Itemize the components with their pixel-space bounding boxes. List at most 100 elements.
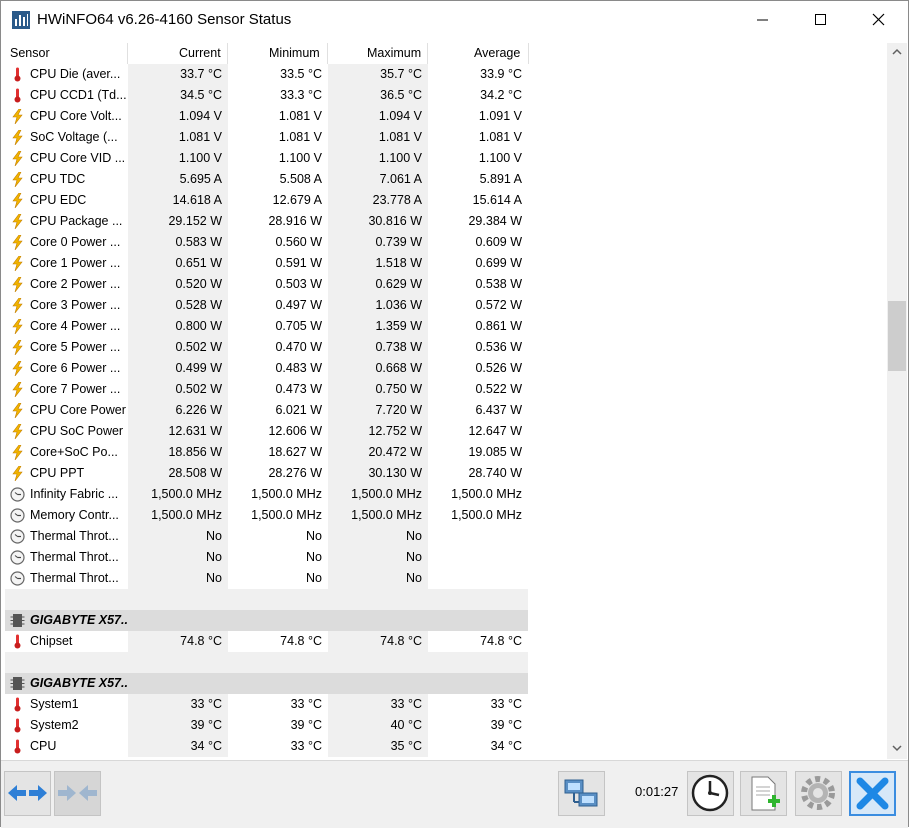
collapse-columns-button[interactable] [54,771,101,816]
sensor-row[interactable]: SoC Voltage (... 1.081 V 1.081 V 1.081 V 1.0… [5,127,887,148]
sensor-row[interactable]: Core 0 Power ... 0.583 W 0.560 W 0.739 W 0.6… [5,232,887,253]
sensor-row[interactable]: Core+SoC Po... 18.856 W 18.627 W 20.472 W 19… [5,442,887,463]
sensor-row[interactable]: Core 5 Power ... 0.502 W 0.470 W 0.738 W 0.5… [5,337,887,358]
value-maximum: 1,500.0 MHz [328,505,428,526]
value-minimum: 1.100 V [278,151,322,165]
sensor-row[interactable]: Core 1 Power ... 0.651 W 0.591 W 1.518 W 0.6… [5,253,887,274]
chip-icon [10,614,25,627]
sensor-row[interactable]: CPU PPT 28.508 W 28.276 W 30.130 W 28.740 W [5,463,887,484]
sensor-row[interactable]: System2 39 °C 39 °C 40 °C 39 °C [5,715,887,736]
lightning-icon [12,193,23,208]
expand-columns-button[interactable] [4,771,51,816]
empty-cell [328,589,428,610]
value-current: 0.583 W [128,232,228,253]
value-minimum: 1.081 V [278,130,322,144]
sensor-row[interactable]: Thermal Throt... No No No [5,547,887,568]
sensor-row[interactable]: CPU 34 °C 33 °C 35 °C 34 °C [5,736,887,757]
scrollbar-thumb[interactable] [888,301,906,371]
close-sensors-button[interactable] [849,771,896,816]
value-maximum: 1,500.0 MHz [328,484,428,505]
sensor-row[interactable]: Core 3 Power ... 0.528 W 0.497 W 1.036 W 0.5… [5,295,887,316]
value-maximum: 0.750 W [328,379,428,400]
title-bar[interactable]: HWiNFO64 v6.26-4160 Sensor Status [1,1,908,39]
value-average: 0.572 W [475,298,522,312]
scroll-down-icon[interactable] [892,743,902,753]
network-button[interactable] [558,771,605,816]
value-maximum: 30.130 W [328,463,428,484]
value-average: 39 °C [490,718,522,732]
value-minimum: 33 °C [290,739,322,753]
sensor-row[interactable]: CPU EDC 14.618 A 12.679 A 23.778 A 15.614 A [5,190,887,211]
value-current: 29.152 W [128,211,228,232]
value-average [428,673,528,694]
value-maximum: 1.081 V [328,127,428,148]
empty-cell [428,652,528,673]
lightning-icon [12,256,23,271]
value-maximum: 35.7 °C [328,64,428,85]
empty-cell [328,652,428,673]
scroll-up-icon[interactable] [892,47,902,57]
vertical-scrollbar[interactable] [887,43,907,759]
sensor-row[interactable]: Core 7 Power ... 0.502 W 0.473 W 0.750 W 0.5… [5,379,887,400]
sensor-row[interactable]: Chipset 74.8 °C 74.8 °C 74.8 °C 74.8 °C [5,631,887,652]
column-header-minimum[interactable]: Minimum [269,46,320,60]
value-minimum: 5.508 A [279,172,322,186]
sensor-row[interactable]: CPU CCD1 (Td... 34.5 °C 33.3 °C 36.5 °C 34.2… [5,85,887,106]
column-header-average[interactable]: Average [474,46,520,60]
value-average: 28.740 W [468,466,522,480]
logging-button[interactable] [740,771,787,816]
value-maximum: 7.720 W [328,400,428,421]
arrows-collapse-icon [58,785,97,801]
minimize-button[interactable] [734,1,792,39]
sensor-row[interactable]: Core 6 Power ... 0.499 W 0.483 W 0.668 W 0.5… [5,358,887,379]
sensor-row[interactable]: System1 33 °C 33 °C 33 °C 33 °C [5,694,887,715]
column-header-sensor[interactable]: Sensor [10,46,50,60]
value-minimum: 0.705 W [275,319,322,333]
status-bar: 0:01:27 [1,760,908,828]
sensor-row[interactable]: CPU Package ... 29.152 W 28.916 W 30.816 W2… [5,211,887,232]
sensor-row[interactable]: CPU Core VID ... 1.100 V 1.100 V 1.100 V 1.1… [5,148,887,169]
sensor-row[interactable]: Core 2 Power ... 0.520 W 0.503 W 0.629 W 0.5… [5,274,887,295]
value-minimum: 1,500.0 MHz [251,508,322,522]
sensor-row[interactable]: Thermal Throt... No No No [5,568,887,589]
sensor-row[interactable]: CPU Core Power 6.226 W 6.021 W 7.720 W 6.437… [5,400,887,421]
value-current [128,673,228,694]
table-header: Sensor Current Minimum Maximum Average [5,43,529,64]
value-minimum: 33.3 °C [280,88,322,102]
thermometer-icon [14,697,21,712]
column-header-maximum[interactable]: Maximum [367,46,421,60]
sensor-row[interactable]: CPU Die (aver... 33.7 °C 33.5 °C 35.7 °C 33.… [5,64,887,85]
value-average: 0.536 W [475,340,522,354]
value-current: 1,500.0 MHz [128,484,228,505]
thermometer-icon [14,634,21,649]
value-average: 6.437 W [475,403,522,417]
sensor-row[interactable]: CPU SoC Power 12.631 W 12.606 W 12.752 W 12.… [5,421,887,442]
close-window-button[interactable] [850,1,908,39]
sensor-row[interactable]: Memory Contr... 1,500.0 MHz 1,500.0 MHz 1,5… [5,505,887,526]
sensor-row[interactable]: CPU Core Volt... 1.094 V 1.081 V 1.094 V 1.0… [5,106,887,127]
lightning-icon [12,277,23,292]
value-average: 1,500.0 MHz [451,508,522,522]
sensor-row[interactable]: Infinity Fabric ... 1,500.0 MHz 1,500.0 MH… [5,484,887,505]
value-average: 0.861 W [475,319,522,333]
value-average: 1,500.0 MHz [451,487,522,501]
value-minimum: No [306,550,322,564]
value-maximum: 36.5 °C [328,85,428,106]
maximize-button[interactable] [792,1,850,39]
value-average: 34.2 °C [480,88,522,102]
lightning-icon [12,130,23,145]
sensor-group-row[interactable]: GIGABYTE X57... [5,610,887,631]
sensor-group-row[interactable]: GIGABYTE X57... [5,673,887,694]
sensor-row[interactable]: Core 4 Power ... 0.800 W 0.705 W 1.359 W 0.8… [5,316,887,337]
value-current [128,610,228,631]
reset-timer-button[interactable] [687,771,734,816]
sensor-table[interactable]: Sensor Current Minimum Maximum Average C… [5,43,887,759]
thermometer-icon [14,718,21,733]
sensor-row[interactable]: Thermal Throt... No No No [5,526,887,547]
sensor-row[interactable]: CPU TDC 5.695 A 5.508 A 7.061 A 5.891 A [5,169,887,190]
value-current: 33 °C [128,694,228,715]
column-header-current[interactable]: Current [179,46,221,60]
settings-button[interactable] [795,771,842,816]
group-row-gap [529,673,887,694]
value-maximum: 12.752 W [328,421,428,442]
